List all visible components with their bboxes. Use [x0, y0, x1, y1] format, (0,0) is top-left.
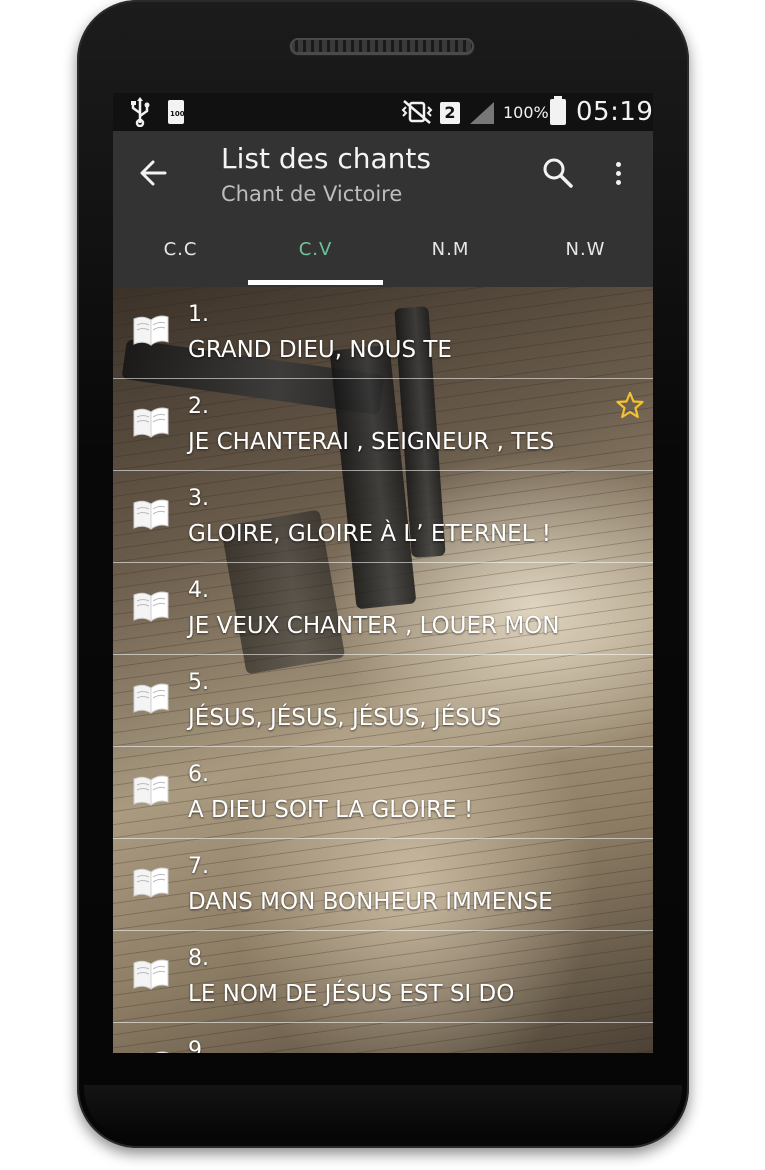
- song-list-item[interactable]: 3. GLOIRE, GLOIRE À L’ ETERNEL !: [113, 471, 653, 563]
- song-title: JE VEUX CHANTER , LOUER MON: [188, 613, 560, 639]
- book-icon: [131, 405, 171, 439]
- screen: 100 2 100% 05:19 List des chants Chant d…: [113, 93, 653, 1053]
- song-number: 6.: [188, 762, 209, 787]
- song-list-item[interactable]: 6. A DIEU SOIT LA GLOIRE !: [113, 747, 653, 839]
- song-list-item[interactable]: 4. JE VEUX CHANTER , LOUER MON: [113, 563, 653, 655]
- search-icon: [543, 158, 573, 188]
- arrow-back-icon: [140, 160, 167, 186]
- clock: 05:19: [576, 97, 653, 127]
- active-tab-indicator: [248, 280, 383, 285]
- more-vert-icon-dot: [616, 180, 621, 185]
- song-number: 7.: [188, 854, 209, 879]
- song-title: GLOIRE, GLOIRE À L’ ETERNEL !: [188, 521, 552, 547]
- search-button[interactable]: [538, 153, 578, 193]
- battery-small-icon: 100: [168, 100, 185, 124]
- vibrate-off-icon: [401, 99, 433, 134]
- phone-bottom-bezel: [84, 1085, 682, 1140]
- sim-slot-badge: 2: [440, 102, 460, 124]
- battery-icon: [550, 96, 566, 125]
- song-number: 4.: [188, 578, 209, 603]
- song-title: JE CHANTERAI , SEIGNEUR , TES: [188, 429, 555, 455]
- song-number: 9.: [188, 1038, 209, 1053]
- app-bar: List des chants Chant de Victoire C.C C.…: [113, 131, 653, 287]
- tab-cc[interactable]: C.C: [113, 229, 248, 287]
- tab-bar: C.C C.V N.M N.W: [113, 229, 653, 287]
- tab-nm[interactable]: N.M: [383, 229, 518, 287]
- more-vert-icon: [616, 162, 621, 167]
- song-title: LE NOM DE JÉSUS EST SI DO: [188, 981, 515, 1007]
- battery-percent: 100%: [503, 103, 549, 122]
- song-list-item[interactable]: 7. DANS MON BONHEUR IMMENSE: [113, 839, 653, 931]
- more-vert-icon-dot: [616, 171, 621, 176]
- book-icon: [131, 681, 171, 715]
- song-number: 8.: [188, 946, 209, 971]
- tab-cv[interactable]: C.V: [248, 229, 383, 287]
- status-bar: 100 2 100% 05:19: [113, 93, 653, 131]
- book-icon: [131, 1049, 171, 1053]
- book-icon: [131, 497, 171, 531]
- song-list-item[interactable]: 5. JÉSUS, JÉSUS, JÉSUS, JÉSUS: [113, 655, 653, 747]
- page-subtitle: Chant de Victoire: [221, 182, 403, 206]
- book-icon: [131, 773, 171, 807]
- overflow-menu-button[interactable]: [603, 153, 633, 193]
- song-title: JÉSUS, JÉSUS, JÉSUS, JÉSUS: [188, 705, 502, 731]
- favorite-star-icon[interactable]: [616, 391, 644, 419]
- song-list-item[interactable]: 1. GRAND DIEU, NOUS TE: [113, 287, 653, 379]
- song-list-item[interactable]: 2. JE CHANTERAI , SEIGNEUR , TES: [113, 379, 653, 471]
- song-number: 2.: [188, 394, 209, 419]
- song-number: 1.: [188, 302, 209, 327]
- song-title: GRAND DIEU, NOUS TE: [188, 337, 452, 363]
- song-list[interactable]: 1. GRAND DIEU, NOUS TE 2. JE CHANTERAI , SE…: [113, 287, 653, 1053]
- book-icon: [131, 313, 171, 347]
- page-title: List des chants: [221, 142, 431, 175]
- song-number: 3.: [188, 486, 209, 511]
- song-number: 5.: [188, 670, 209, 695]
- earpiece-speaker: [290, 38, 474, 54]
- book-icon: [131, 957, 171, 991]
- book-icon: [131, 589, 171, 623]
- book-icon: [131, 865, 171, 899]
- song-title: A DIEU SOIT LA GLOIRE !: [188, 797, 474, 823]
- signal-icon: [470, 102, 494, 124]
- song-list-item[interactable]: 9.: [113, 1023, 653, 1053]
- song-title: DANS MON BONHEUR IMMENSE: [188, 889, 553, 915]
- back-button[interactable]: [135, 153, 175, 193]
- tab-nw[interactable]: N.W: [518, 229, 653, 287]
- song-list-item[interactable]: 8. LE NOM DE JÉSUS EST SI DO: [113, 931, 653, 1023]
